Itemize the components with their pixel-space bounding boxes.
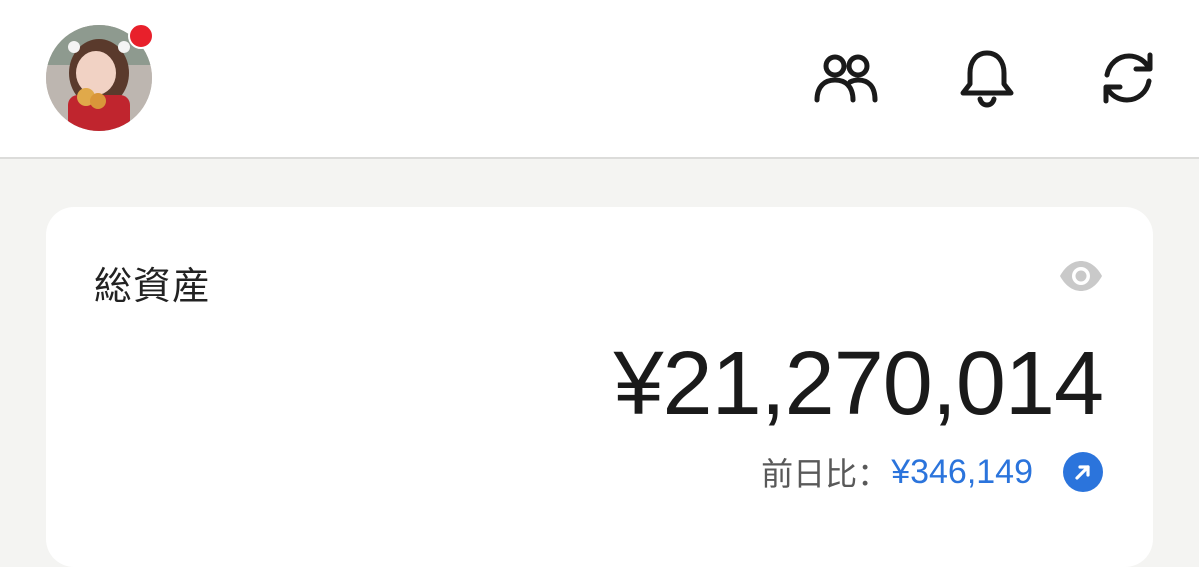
daily-change-label: 前日比： xyxy=(761,455,890,493)
daily-change-row: 前日比： ¥346,149 xyxy=(761,452,1103,493)
refresh-icon[interactable] xyxy=(1096,48,1160,108)
friends-icon[interactable] xyxy=(814,48,878,108)
arrow-up-right-icon[interactable] xyxy=(1063,452,1103,492)
total-assets-card: 総資産 ¥21,270,014 前日比： ¥346,149 xyxy=(46,207,1153,567)
total-assets-value: ¥21,270,014 xyxy=(613,334,1104,434)
eye-icon[interactable] xyxy=(1058,259,1104,293)
daily-change-value: ¥346,149 xyxy=(891,452,1033,491)
avatar-button[interactable] xyxy=(46,23,154,131)
bell-icon[interactable] xyxy=(955,48,1019,108)
card-title: 総資産 xyxy=(94,264,212,308)
notification-dot xyxy=(128,23,154,49)
app-header xyxy=(0,0,1199,159)
